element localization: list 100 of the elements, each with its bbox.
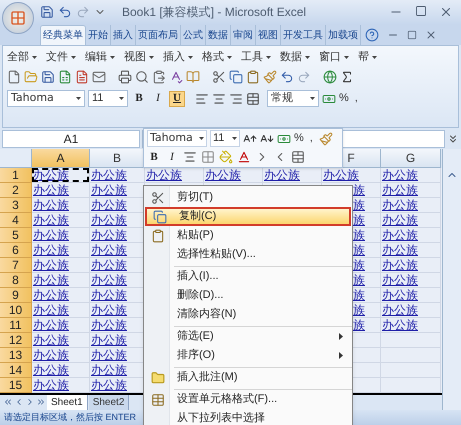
cell-link[interactable]: 办公族 bbox=[90, 258, 127, 272]
percent-button[interactable]: % bbox=[339, 90, 349, 107]
cell-link[interactable]: 办公族 bbox=[32, 243, 69, 257]
row-header[interactable]: 14 bbox=[0, 363, 32, 378]
column-header[interactable]: B bbox=[90, 149, 145, 168]
dropdown-caret-icon[interactable] bbox=[344, 56, 349, 59]
cell-link[interactable]: 办公族 bbox=[90, 183, 127, 197]
dropdown-caret-icon[interactable] bbox=[372, 56, 377, 59]
cell-link[interactable]: 办公族 bbox=[381, 198, 418, 212]
preview-icon[interactable] bbox=[135, 70, 149, 84]
cell-link[interactable]: 办公族 bbox=[381, 273, 418, 287]
cell-link[interactable]: 办公族 bbox=[32, 273, 69, 287]
cell-link[interactable]: 办公族 bbox=[90, 273, 127, 287]
cell-link[interactable]: 办公族 bbox=[32, 258, 69, 272]
cell-link[interactable]: 办公族 bbox=[90, 348, 127, 362]
dropdown-caret-icon[interactable] bbox=[305, 56, 310, 59]
number-format-field[interactable]: 常规 bbox=[267, 90, 319, 107]
row-header[interactable]: 1 bbox=[0, 168, 32, 183]
row-header[interactable]: 4 bbox=[0, 213, 32, 228]
align-left-icon[interactable] bbox=[195, 92, 209, 106]
cell-link[interactable]: 办公族 bbox=[381, 258, 418, 272]
menu-item[interactable]: 选择性粘贴(V)... bbox=[145, 245, 351, 264]
fill-color-icon[interactable] bbox=[219, 150, 233, 164]
cell-link[interactable]: 办公族 bbox=[32, 318, 69, 332]
spreadsheet-icon[interactable] bbox=[58, 70, 72, 84]
cell-link[interactable]: 办公族 bbox=[90, 318, 127, 332]
maximize-icon[interactable] bbox=[415, 5, 427, 17]
dropdown-caret-icon[interactable] bbox=[188, 56, 193, 59]
row-header[interactable]: 10 bbox=[0, 303, 32, 318]
style-button[interactable]: I bbox=[165, 149, 179, 165]
expand-icon[interactable] bbox=[447, 133, 459, 145]
row-header[interactable]: 15 bbox=[0, 378, 32, 393]
restore-icon[interactable] bbox=[407, 30, 417, 40]
menu-item[interactable]: 插入(I)... bbox=[145, 267, 351, 286]
dropdown-caret-icon[interactable] bbox=[71, 56, 76, 59]
copy-icon[interactable] bbox=[229, 70, 243, 84]
menu-item[interactable]: 清除内容(N) bbox=[145, 305, 351, 324]
style-button[interactable]: B bbox=[131, 90, 147, 106]
cell-link[interactable]: 办公族 bbox=[32, 333, 69, 347]
dropdown-caret-icon[interactable] bbox=[119, 97, 124, 100]
dropdown-caret-icon[interactable] bbox=[227, 56, 232, 59]
cell-link[interactable]: 办公族 bbox=[90, 198, 127, 212]
dropdown-caret-icon[interactable] bbox=[310, 97, 315, 100]
dropdown-caret-icon[interactable] bbox=[149, 56, 154, 59]
menu-item[interactable]: 帮 bbox=[358, 49, 377, 66]
menu-item[interactable]: 视图 bbox=[124, 49, 154, 66]
comma-button[interactable]: , bbox=[306, 130, 316, 147]
cell-link[interactable]: 办公族 bbox=[32, 303, 69, 317]
menu-item[interactable]: 剪切(T) bbox=[145, 188, 351, 207]
cell-link[interactable]: 办公族 bbox=[90, 288, 127, 302]
menu-item[interactable]: 编辑 bbox=[85, 49, 115, 66]
cell-link[interactable]: 办公族 bbox=[90, 363, 127, 377]
dropdown-caret-icon[interactable] bbox=[266, 56, 271, 59]
cell-link[interactable]: 办公族 bbox=[90, 333, 127, 347]
percent-button[interactable]: % bbox=[294, 130, 304, 147]
merge-cells-icon[interactable] bbox=[246, 92, 260, 106]
last-sheet-icon[interactable] bbox=[36, 397, 46, 407]
menu-item[interactable]: 插入 bbox=[163, 49, 193, 66]
font-size-field[interactable]: 11 bbox=[210, 130, 240, 147]
name-box[interactable]: A1 bbox=[2, 130, 140, 148]
first-sheet-icon[interactable] bbox=[3, 397, 13, 407]
new-file-icon[interactable] bbox=[7, 70, 21, 84]
menu-item[interactable]: 复制(C) bbox=[145, 207, 351, 226]
row-header[interactable]: 5 bbox=[0, 228, 32, 243]
row-header[interactable]: 12 bbox=[0, 333, 32, 348]
cell-link[interactable]: 办公族 bbox=[263, 168, 300, 182]
cell-link[interactable]: 办公族 bbox=[381, 213, 418, 227]
sheet-tab[interactable]: Sheet1 bbox=[47, 394, 88, 410]
cell-link[interactable]: 办公族 bbox=[90, 303, 127, 317]
cell-link[interactable]: 办公族 bbox=[381, 318, 418, 332]
globe-icon[interactable] bbox=[323, 70, 337, 84]
cell-link[interactable]: 办公族 bbox=[381, 168, 418, 182]
cell-link[interactable]: 办公族 bbox=[32, 183, 69, 197]
menu-item[interactable]: 插入批注(M) bbox=[145, 368, 351, 387]
row-header[interactable]: 13 bbox=[0, 348, 32, 363]
menu-item[interactable]: 删除(D)... bbox=[145, 286, 351, 305]
sigma-icon[interactable] bbox=[340, 70, 354, 84]
cell-link[interactable]: 办公族 bbox=[322, 168, 359, 182]
cell-link[interactable]: 办公族 bbox=[204, 168, 241, 182]
merge-cells-icon[interactable] bbox=[291, 150, 305, 164]
menu-item[interactable]: 全部 bbox=[7, 49, 37, 66]
cell-link[interactable]: 办公族 bbox=[32, 168, 69, 182]
row-header[interactable]: 6 bbox=[0, 243, 32, 258]
cell-link[interactable]: 办公族 bbox=[90, 213, 127, 227]
cell-link[interactable]: 办公族 bbox=[381, 303, 418, 317]
spell-check-icon[interactable] bbox=[169, 70, 183, 84]
cell-link[interactable]: 办公族 bbox=[381, 243, 418, 257]
cell-link[interactable]: 办公族 bbox=[381, 228, 418, 242]
dropdown-caret-icon[interactable] bbox=[32, 56, 37, 59]
cell-link[interactable]: 办公族 bbox=[90, 168, 127, 182]
menu-item[interactable]: 数据 bbox=[280, 49, 310, 66]
align-center-icon[interactable] bbox=[183, 150, 197, 164]
cell-link[interactable]: 办公族 bbox=[32, 288, 69, 302]
sheet-tab[interactable]: Sheet2 bbox=[88, 394, 130, 410]
clipboard-icon[interactable] bbox=[152, 70, 166, 84]
paintbrush-icon[interactable] bbox=[318, 132, 333, 146]
cell-link[interactable]: 办公族 bbox=[32, 378, 69, 392]
cell-link[interactable]: 办公族 bbox=[32, 363, 69, 377]
column-header[interactable]: A bbox=[32, 149, 90, 168]
row-header[interactable]: 8 bbox=[0, 273, 32, 288]
